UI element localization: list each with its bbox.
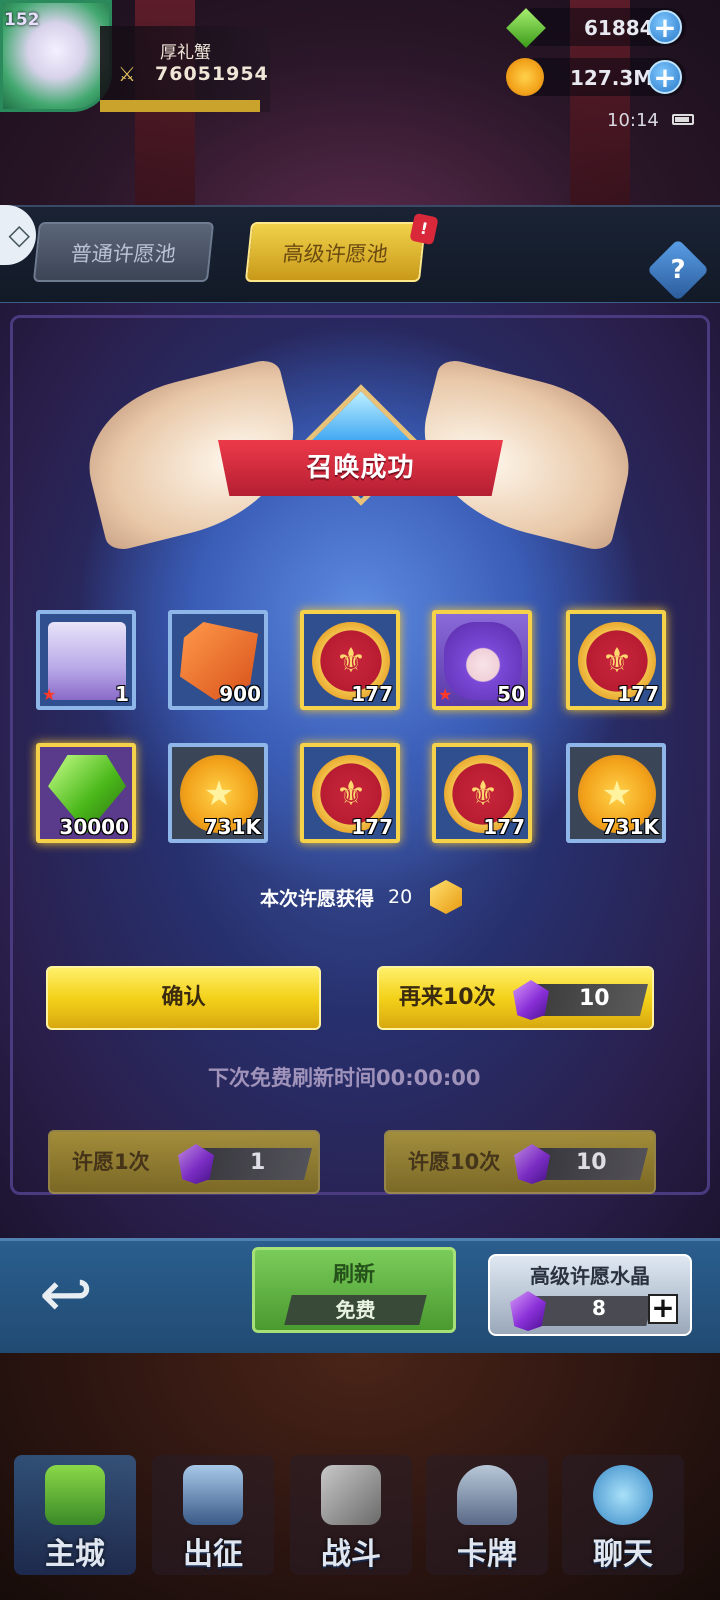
reward-item-gold[interactable]: ★ 731K [168,743,268,843]
crossed-swords-icon [321,1465,381,1525]
reward-qty: 177 [617,682,659,706]
advanced-crystal-title: 高级许愿水晶 [530,1264,650,1288]
add-gold-button[interactable]: + [648,60,682,94]
green-gem-value: 61884 [584,16,654,40]
crystal-count-bar [526,1296,654,1326]
clock: 10:14 [607,110,659,131]
reward-item-hero[interactable]: ★ 50 [432,610,532,710]
tab-normal-pool[interactable]: 普通许愿池 [32,222,215,282]
reward-qty: 731K [601,815,659,839]
nav-label: 聊天 [593,1537,653,1572]
advanced-crystal-count: 8 [592,1296,606,1320]
reward-item-medal[interactable]: ⚜ 177 [566,610,666,710]
confirm-button[interactable]: 确认 [46,966,321,1030]
summon-again-cost: 10 [579,986,610,1011]
reward-item-medal[interactable]: ⚜ 177 [300,610,400,710]
nav-label: 卡牌 [457,1537,517,1572]
reward-item-rune[interactable]: 900 [168,610,268,710]
banner-icon [183,1465,243,1525]
nav-cards[interactable]: 卡牌 [426,1455,548,1575]
wish-once-label: 许愿1次 [72,1150,150,1174]
tab-advanced-pool[interactable]: 高级许愿池 [244,222,427,282]
reward-qty: 900 [219,682,261,706]
nav-label: 出征 [183,1537,243,1572]
wish-once-button[interactable]: 许愿1次 1 [48,1130,320,1194]
add-gem-button[interactable]: + [648,10,682,44]
add-crystal-button[interactable]: + [648,1294,678,1324]
castle-icon [45,1465,105,1525]
wish-ten-label: 许愿10次 [408,1150,501,1174]
nav-main-city[interactable]: 主城 [14,1455,136,1575]
reward-qty: 30000 [59,815,129,839]
question-icon: ? [670,255,686,285]
wish-earn-label: 本次许愿获得 [260,888,375,910]
star-icon: ★ [42,685,57,704]
wish-ten-cost: 10 [576,1150,607,1175]
reward-qty: 50 [497,682,525,706]
reward-item-medal[interactable]: ⚜ 177 [300,743,400,843]
help-button[interactable]: ? [646,238,710,302]
chat-icon [593,1465,653,1525]
summon-again-button[interactable]: 再来10次 10 [377,966,654,1030]
reward-item-chest[interactable]: ★ 1 [36,610,136,710]
player-name: 厚礼蟹 [160,43,211,63]
nav-chat[interactable]: 聊天 [562,1455,684,1575]
reward-qty: 177 [483,815,525,839]
reward-qty: 731K [203,815,261,839]
nav-label: 主城 [45,1537,105,1572]
player-power: 76051954 [155,63,269,85]
reward-qty: 177 [351,815,393,839]
wish-earn-value: 20 [388,886,413,908]
exp-bar [100,100,260,112]
reward-item-medal[interactable]: ⚜ 177 [432,743,532,843]
refresh-free-label: 免费 [335,1298,376,1322]
reward-qty: 1 [115,682,129,706]
refresh-label: 刷新 [333,1262,375,1286]
nav-label: 战斗 [321,1537,381,1572]
battery-icon [672,114,694,125]
gold-value: 127.3M [570,66,654,90]
nav-battle[interactable]: 战斗 [290,1455,412,1575]
helmet-icon [457,1465,517,1525]
nav-expedition[interactable]: 出征 [152,1455,274,1575]
reward-qty: 177 [351,682,393,706]
free-refresh-timer: 下次免费刷新时间00:00:00 [208,1066,481,1090]
summon-again-label: 再来10次 [399,985,496,1010]
reward-item-gold[interactable]: ★ 731K [566,743,666,843]
star-icon: ★ [438,685,453,704]
wish-ten-button[interactable]: 许愿10次 10 [384,1130,656,1194]
player-level: 152 [4,10,40,30]
wish-once-cost: 1 [250,1150,266,1175]
gold-coin-icon [506,58,544,96]
back-arrow-icon[interactable]: ↩ [18,1262,114,1328]
summon-success-title: 召唤成功 [306,453,415,483]
power-swords-icon: ⚔ [118,62,136,86]
reward-item-gem[interactable]: 30000 [36,743,136,843]
